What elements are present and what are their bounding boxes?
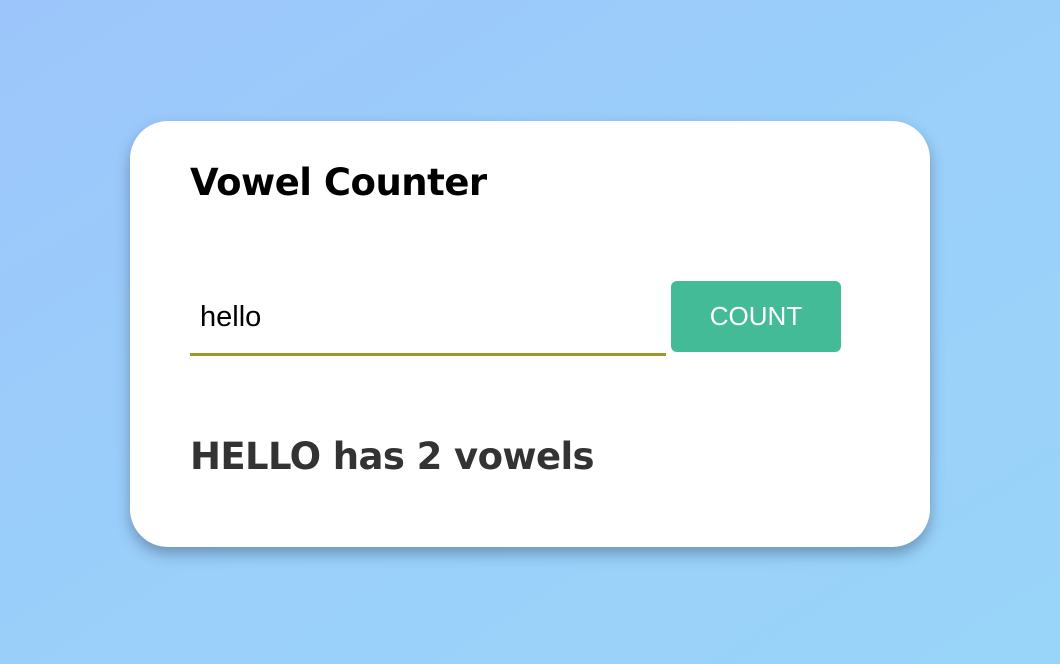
page-title: Vowel Counter <box>190 161 487 204</box>
input-row: COUNT <box>190 281 841 357</box>
count-button[interactable]: COUNT <box>671 281 841 352</box>
word-input[interactable] <box>190 281 666 356</box>
vowel-counter-card: Vowel Counter COUNT HELLO has 2 vowels <box>130 121 930 547</box>
result-text: HELLO has 2 vowels <box>190 435 595 478</box>
